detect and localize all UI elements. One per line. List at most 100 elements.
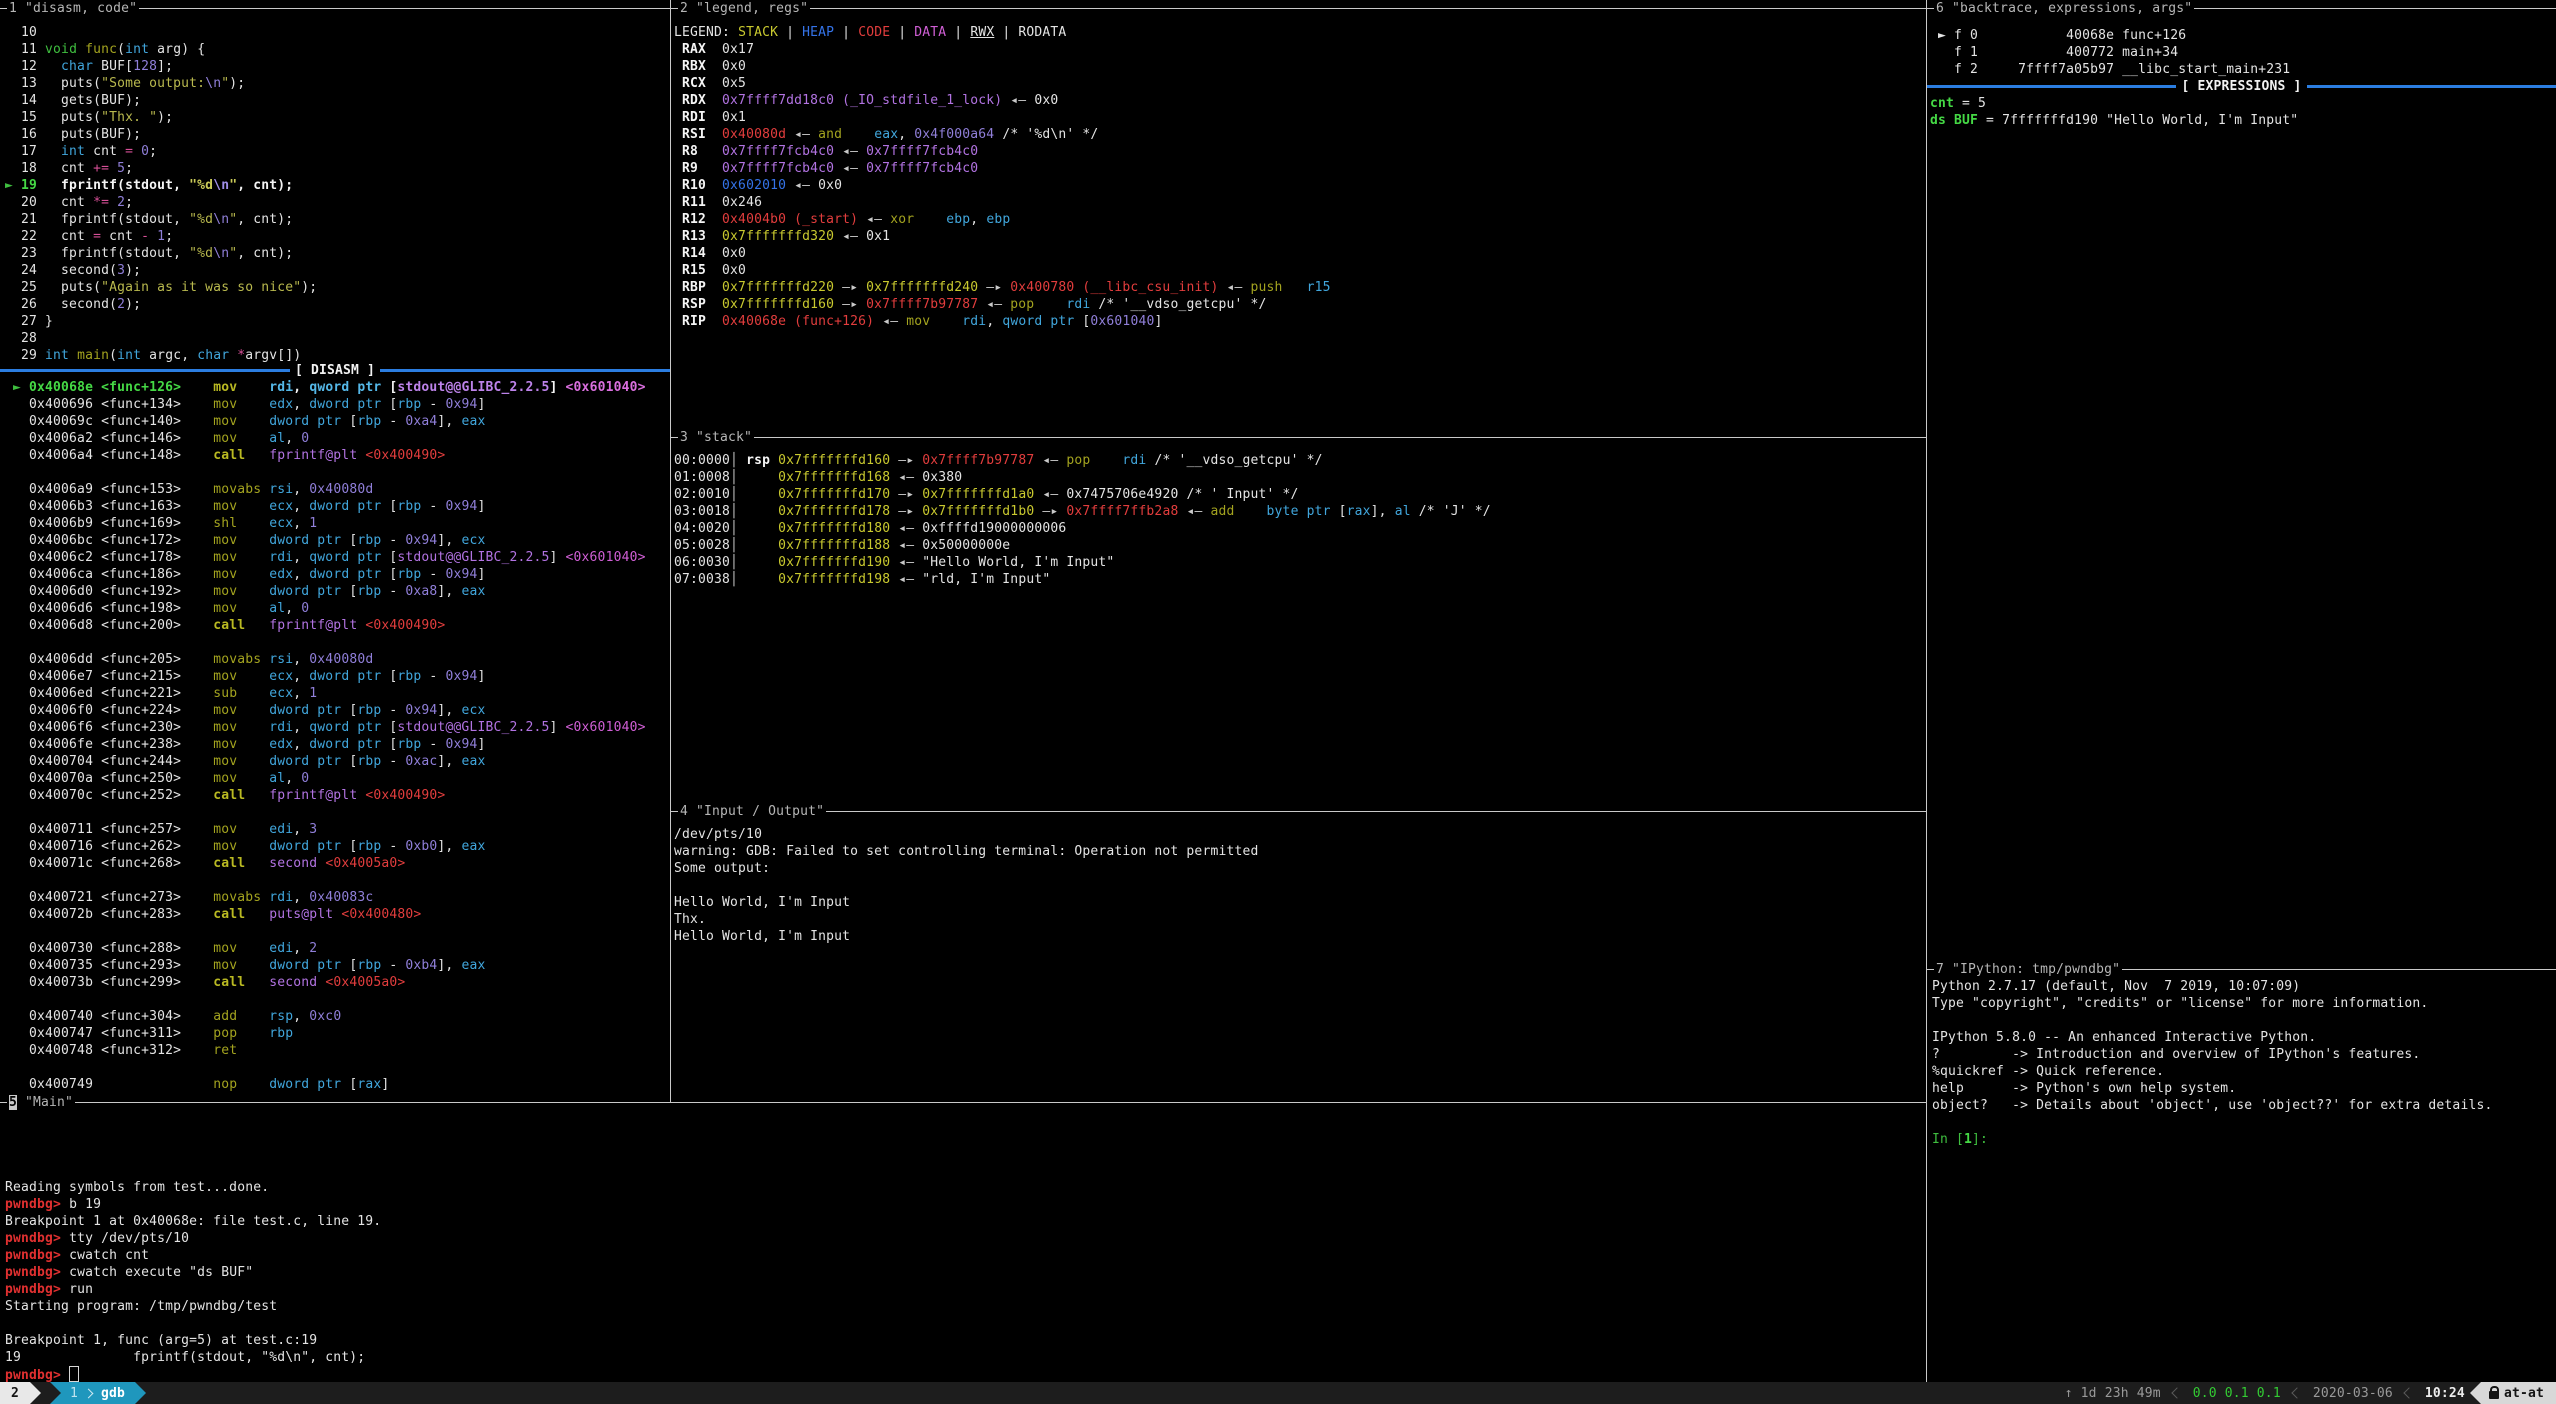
terminal-row: 06:0030│ 0x7fffffffd190 ◂— "Hello World,… — [674, 554, 1924, 571]
terminal-row: RBP 0x7fffffffd220 —▸ 0x7fffffffd240 —▸ … — [674, 279, 1924, 296]
terminal-row — [674, 877, 1924, 894]
registers-pane[interactable]: LEGEND: STACK | HEAP | CODE | DATA | RWX… — [674, 24, 1924, 330]
terminal-row: 17 int cnt = 0; — [5, 143, 665, 160]
terminal-row: Reading symbols from test...done. — [5, 1179, 1921, 1196]
terminal-row: pwndbg> — [5, 1366, 1921, 1383]
pane-number: 7 — [1936, 962, 1944, 977]
terminal-row: RDI 0x1 — [674, 109, 1924, 126]
disassembly-pane[interactable]: ► 0x40068e <func+126> mov rdi, qword ptr… — [5, 379, 665, 1093]
lock-icon — [2489, 1391, 2499, 1399]
terminal-row: 0x400716 <func+262> mov dword ptr [rbp -… — [5, 838, 665, 855]
terminal-row: 0x4006f6 <func+230> mov rdi, qword ptr [… — [5, 719, 665, 736]
terminal-row: 0x4006d6 <func+198> mov al, 0 — [5, 600, 665, 617]
chevron-left-icon — [2291, 1387, 2302, 1398]
terminal-row: RIP 0x40068e (func+126) ◂— mov rdi, qwor… — [674, 313, 1924, 330]
terminal-row: pwndbg> b 19 — [5, 1196, 1921, 1213]
terminal-row: cnt = 5 — [1930, 95, 2554, 112]
terminal-row: Thx. — [674, 911, 1924, 928]
terminal-row: R12 0x4004b0 (_start) ◂— xor ebp, ebp — [674, 211, 1924, 228]
pane-title-disasm-code: 1 "disasm, code" — [7, 0, 139, 17]
program-io-pane[interactable]: /dev/pts/10warning: GDB: Failed to set c… — [674, 826, 1924, 945]
terminal-row: Python 2.7.17 (default, Nov 7 2019, 10:0… — [1932, 978, 2552, 995]
terminal-row: R11 0x246 — [674, 194, 1924, 211]
gdb-main-pane[interactable]: Reading symbols from test...done.pwndbg>… — [5, 1111, 1921, 1383]
terminal-row: 0x40072b <func+283> call puts@plt <0x400… — [5, 906, 665, 923]
terminal-row: 24 second(3); — [5, 262, 665, 279]
terminal-row: RSP 0x7fffffffd160 —▸ 0x7ffff7b97787 ◂— … — [674, 296, 1924, 313]
terminal-row: 0x4006b9 <func+169> shl ecx, 1 — [5, 515, 665, 532]
terminal-row: 0x4006c2 <func+178> mov rdi, qword ptr [… — [5, 549, 665, 566]
uptime-icon: ↑ — [2065, 1385, 2073, 1402]
pane-border-vertical-left[interactable] — [670, 0, 671, 1102]
terminal-row: 16 puts(BUF); — [5, 126, 665, 143]
terminal-row: 0x4006fe <func+238> mov edx, dword ptr [… — [5, 736, 665, 753]
terminal-row: 0x4006f0 <func+224> mov dword ptr [rbp -… — [5, 702, 665, 719]
terminal-row: RSI 0x40080d ◂— and eax, 0x4f000a64 /* '… — [674, 126, 1924, 143]
terminal-row: 0x400730 <func+288> mov edi, 2 — [5, 940, 665, 957]
pane-number: 4 — [680, 804, 688, 819]
terminal-row: 0x400696 <func+134> mov edx, dword ptr [… — [5, 396, 665, 413]
terminal-row: 0x4006b3 <func+163> mov ecx, dword ptr [… — [5, 498, 665, 515]
terminal-row: ► f 0 40068e func+126 — [1930, 27, 2554, 44]
expressions-pane[interactable]: cnt = 5ds BUF = 7fffffffd190 "Hello Worl… — [1930, 95, 2554, 129]
terminal-row: Breakpoint 1 at 0x40068e: file test.c, l… — [5, 1213, 1921, 1230]
pane-border-stack: 3 "stack" — [671, 429, 1926, 446]
terminal-row: pwndbg> run — [5, 1281, 1921, 1298]
terminal-row: 27 } — [5, 313, 665, 330]
pane-number: 2 — [680, 1, 688, 16]
pane-number: 6 — [1936, 1, 1944, 16]
terminal-row: 07:0038│ 0x7fffffffd198 ◂— "rld, I'm Inp… — [674, 571, 1924, 588]
terminal-row: 0x400735 <func+293> mov dword ptr [rbp -… — [5, 957, 665, 974]
load-average: 0.0 0.1 0.1 — [2193, 1385, 2281, 1402]
terminal-row: 0x400748 <func+312> ret — [5, 1042, 665, 1059]
terminal-row: pwndbg> cwatch cnt — [5, 1247, 1921, 1264]
terminal-row: RBX 0x0 — [674, 58, 1924, 75]
terminal-row: 25 puts("Again as it was so nice"); — [5, 279, 665, 296]
terminal-row: 0x40069c <func+140> mov dword ptr [rbp -… — [5, 413, 665, 430]
terminal-row: 0x4006ed <func+221> sub ecx, 1 — [5, 685, 665, 702]
tmux-session-badge[interactable]: 2 — [0, 1382, 30, 1404]
chevron-right-icon — [84, 1388, 94, 1398]
terminal-row: 0x40070a <func+250> mov al, 0 — [5, 770, 665, 787]
terminal-row — [1932, 1012, 2552, 1029]
terminal-row: LEGEND: STACK | HEAP | CODE | DATA | RWX… — [674, 24, 1924, 41]
backtrace-pane[interactable]: ► f 0 40068e func+126 f 1 400772 main+34… — [1930, 27, 2554, 78]
terminal-row: 23 fprintf(stdout, "%d\n", cnt); — [5, 245, 665, 262]
terminal-row: Starting program: /tmp/pwndbg/test — [5, 1298, 1921, 1315]
terminal-row — [5, 923, 665, 940]
terminal-row: 0x40070c <func+252> call fprintf@plt <0x… — [5, 787, 665, 804]
stack-pane[interactable]: 00:0000│ rsp 0x7fffffffd160 —▸ 0x7ffff7b… — [674, 452, 1924, 588]
terminal-row: 0x400711 <func+257> mov edi, 3 — [5, 821, 665, 838]
terminal-row: R8 0x7ffff7fcb4c0 ◂— 0x7ffff7fcb4c0 — [674, 143, 1924, 160]
terminal-row: Some output: — [674, 860, 1924, 877]
terminal-row: 0x40073b <func+299> call second <0x4005a… — [5, 974, 665, 991]
terminal-row: Breakpoint 1, func (arg=5) at test.c:19 — [5, 1332, 1921, 1349]
terminal-row: 0x4006a2 <func+146> mov al, 0 — [5, 430, 665, 447]
chevron-left-icon — [2403, 1387, 2414, 1398]
uptime-value: 1d 23h 49m — [2081, 1385, 2161, 1402]
terminal-row: 0x4006dd <func+205> movabs rsi, 0x40080d — [5, 651, 665, 668]
terminal-row: ► 0x40068e <func+126> mov rdi, qword ptr… — [5, 379, 665, 396]
terminal-row: 05:0028│ 0x7fffffffd188 ◂— 0x50000000e — [674, 537, 1924, 554]
terminal-row: Type "copyright", "credits" or "license"… — [1932, 995, 2552, 1012]
terminal-row: 26 second(2); — [5, 296, 665, 313]
pane-border-ipython: 7 "IPython: tmp/pwndbg" — [1927, 961, 2556, 978]
terminal-row: ? -> Introduction and overview of IPytho… — [1932, 1046, 2552, 1063]
pane-border-backtrace: 6 "backtrace, expressions, args" — [1927, 0, 2556, 17]
terminal-row: 0x400704 <func+244> mov dword ptr [rbp -… — [5, 753, 665, 770]
source-code-pane[interactable]: 10 11 void func(int arg) { 12 char BUF[1… — [5, 24, 665, 364]
terminal-row — [5, 991, 665, 1008]
terminal-row: In [1]: — [1932, 1131, 2552, 1148]
ipython-pane[interactable]: Python 2.7.17 (default, Nov 7 2019, 10:0… — [1932, 978, 2552, 1148]
tmux-window-tab[interactable]: 1 gdb — [50, 1382, 135, 1404]
pane-title-backtrace: 6 "backtrace, expressions, args" — [1934, 0, 2194, 17]
terminal-row — [5, 1145, 1921, 1162]
terminal-row: 00:0000│ rsp 0x7fffffffd160 —▸ 0x7ffff7b… — [674, 452, 1924, 469]
terminal-row: 0x4006bc <func+172> mov dword ptr [rbp -… — [5, 532, 665, 549]
pane-number: 1 — [9, 1, 17, 16]
pane-number-active: 5 — [9, 1095, 17, 1110]
terminal-row: ► 19 fprintf(stdout, "%d\n", cnt); — [5, 177, 665, 194]
pane-border-vertical-right[interactable] — [1926, 0, 1927, 1382]
terminal-row — [5, 634, 665, 651]
terminal-row: 03:0018│ 0x7fffffffd178 —▸ 0x7fffffffd1b… — [674, 503, 1924, 520]
